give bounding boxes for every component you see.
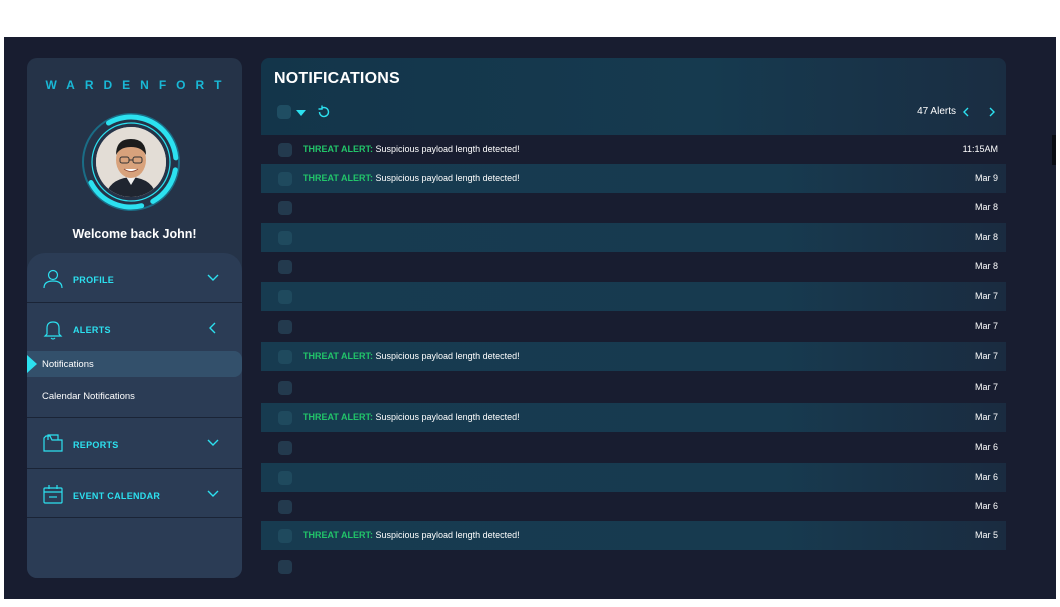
- list-item[interactable]: Mar 6: [261, 492, 1006, 521]
- submenu-item-calendar-notifications[interactable]: Calendar Notifications: [27, 383, 242, 418]
- row-checkbox[interactable]: [278, 172, 292, 186]
- notification-date: Mar 7: [974, 412, 998, 422]
- list-item[interactable]: Mar 7: [261, 282, 1006, 311]
- sidebar-item-event-calendar[interactable]: EVENT CALENDAR: [27, 469, 242, 518]
- list-item[interactable]: THREAT ALERT: Suspicious payload length …: [261, 342, 1006, 371]
- chevron-down-icon[interactable]: [206, 271, 220, 285]
- notification-date: Mar 5: [974, 530, 998, 540]
- sidebar-item-reports[interactable]: REPORTS: [27, 418, 242, 469]
- notification-date: Mar 8: [974, 261, 998, 271]
- notification-date: Mar 6: [974, 501, 998, 511]
- row-checkbox[interactable]: [278, 411, 292, 425]
- calendar-icon: [43, 485, 63, 504]
- list-item[interactable]: [261, 552, 1006, 581]
- alert-tag: THREAT ALERT:: [303, 144, 373, 154]
- list-item[interactable]: Mar 6: [261, 433, 1006, 462]
- row-checkbox[interactable]: [278, 471, 292, 485]
- row-checkbox[interactable]: [278, 350, 292, 364]
- select-all-checkbox[interactable]: [277, 105, 291, 119]
- avatar-ring: [79, 110, 183, 214]
- submenu-item-label: Notifications: [42, 359, 94, 370]
- notification-date: Mar 8: [974, 202, 998, 212]
- chevron-right-icon[interactable]: [986, 105, 998, 119]
- list-item[interactable]: THREAT ALERT: Suspicious payload length …: [261, 135, 1006, 164]
- notifications-header: NOTIFICATIONS 47 Alerts: [261, 58, 1006, 135]
- list-item[interactable]: Mar 7: [261, 312, 1006, 341]
- submenu-item-label: Calendar Notifications: [42, 391, 135, 402]
- row-checkbox[interactable]: [278, 260, 292, 274]
- alert-tag: THREAT ALERT:: [303, 173, 373, 183]
- brand-logo: WARDENFORT: [45, 78, 232, 92]
- row-checkbox[interactable]: [278, 500, 292, 514]
- row-checkbox[interactable]: [278, 441, 292, 455]
- avatar: [96, 127, 166, 197]
- list-item[interactable]: Mar 8: [261, 223, 1006, 252]
- notification-date: Mar 8: [974, 232, 998, 242]
- row-checkbox[interactable]: [278, 143, 292, 157]
- alert-tag: THREAT ALERT:: [303, 412, 373, 422]
- notification-date: Mar 7: [974, 291, 998, 301]
- edge-marker: [1052, 135, 1056, 165]
- user-icon: [43, 269, 63, 289]
- sidebar: WARDENFORT Welcome back John! PROFILE AL…: [27, 58, 242, 578]
- welcome-message: Welcome back John!: [72, 227, 197, 241]
- row-checkbox[interactable]: [278, 320, 292, 334]
- notification-text: Suspicious payload length detected!: [375, 412, 520, 422]
- row-checkbox[interactable]: [278, 560, 292, 574]
- folder-icon: [43, 434, 63, 452]
- row-checkbox[interactable]: [278, 381, 292, 395]
- sidebar-menu: PROFILE ALERTS Notifications Calendar No…: [27, 253, 242, 578]
- user-photo-icon: [96, 127, 166, 197]
- list-item[interactable]: Mar 8: [261, 193, 1006, 222]
- app-window: WARDENFORT Welcome back John! PROFILE AL…: [4, 37, 1056, 599]
- notification-text: Suspicious payload length detected!: [375, 530, 520, 540]
- notification-date: Mar 6: [974, 442, 998, 452]
- notification-date: Mar 6: [974, 472, 998, 482]
- notification-message: THREAT ALERT: Suspicious payload length …: [303, 412, 520, 422]
- list-item[interactable]: Mar 7: [261, 373, 1006, 402]
- row-checkbox[interactable]: [278, 529, 292, 543]
- notification-text: Suspicious payload length detected!: [375, 351, 520, 361]
- list-item[interactable]: THREAT ALERT: Suspicious payload length …: [261, 521, 1006, 550]
- notification-message: THREAT ALERT: Suspicious payload length …: [303, 530, 520, 540]
- list-item[interactable]: Mar 8: [261, 252, 1006, 281]
- notification-date: Mar 7: [974, 351, 998, 361]
- notification-message: THREAT ALERT: Suspicious payload length …: [303, 144, 520, 154]
- sidebar-item-alerts[interactable]: ALERTS: [27, 303, 242, 353]
- row-checkbox[interactable]: [278, 231, 292, 245]
- submenu-item-notifications[interactable]: Notifications: [27, 351, 242, 377]
- row-checkbox[interactable]: [278, 290, 292, 304]
- notification-date: Mar 7: [974, 321, 998, 331]
- notifications-panel: NOTIFICATIONS 47 Alerts THREAT ALERT: Su…: [261, 58, 1006, 578]
- notification-date: 11:15AM: [962, 144, 998, 154]
- notification-date: Mar 9: [974, 173, 998, 183]
- caret-down-icon[interactable]: [296, 110, 306, 116]
- sidebar-item-label: ALERTS: [73, 325, 111, 335]
- sidebar-item-profile[interactable]: PROFILE: [27, 253, 242, 303]
- list-item[interactable]: THREAT ALERT: Suspicious payload length …: [261, 403, 1006, 432]
- notification-text: Suspicious payload length detected!: [375, 144, 520, 154]
- alert-tag: THREAT ALERT:: [303, 530, 373, 540]
- bell-icon: [43, 321, 63, 340]
- refresh-icon[interactable]: [316, 104, 332, 120]
- chevron-left-icon[interactable]: [960, 105, 972, 119]
- page-title: NOTIFICATIONS: [274, 70, 400, 87]
- notification-message: THREAT ALERT: Suspicious payload length …: [303, 351, 520, 361]
- notification-text: Suspicious payload length detected!: [375, 173, 520, 183]
- chevron-down-icon[interactable]: [206, 436, 220, 450]
- chevron-down-icon[interactable]: [206, 487, 220, 501]
- notification-date: Mar 7: [974, 382, 998, 392]
- active-indicator-icon: [27, 355, 37, 373]
- sidebar-item-label: REPORTS: [73, 440, 119, 450]
- sidebar-item-label: EVENT CALENDAR: [73, 491, 161, 501]
- sidebar-item-label: PROFILE: [73, 275, 115, 285]
- list-item[interactable]: Mar 6: [261, 463, 1006, 492]
- row-checkbox[interactable]: [278, 201, 292, 215]
- chevron-left-icon[interactable]: [206, 321, 220, 335]
- notification-message: THREAT ALERT: Suspicious payload length …: [303, 173, 520, 183]
- alert-tag: THREAT ALERT:: [303, 351, 373, 361]
- alerts-count: 47 Alerts: [917, 106, 956, 117]
- list-item[interactable]: THREAT ALERT: Suspicious payload length …: [261, 164, 1006, 193]
